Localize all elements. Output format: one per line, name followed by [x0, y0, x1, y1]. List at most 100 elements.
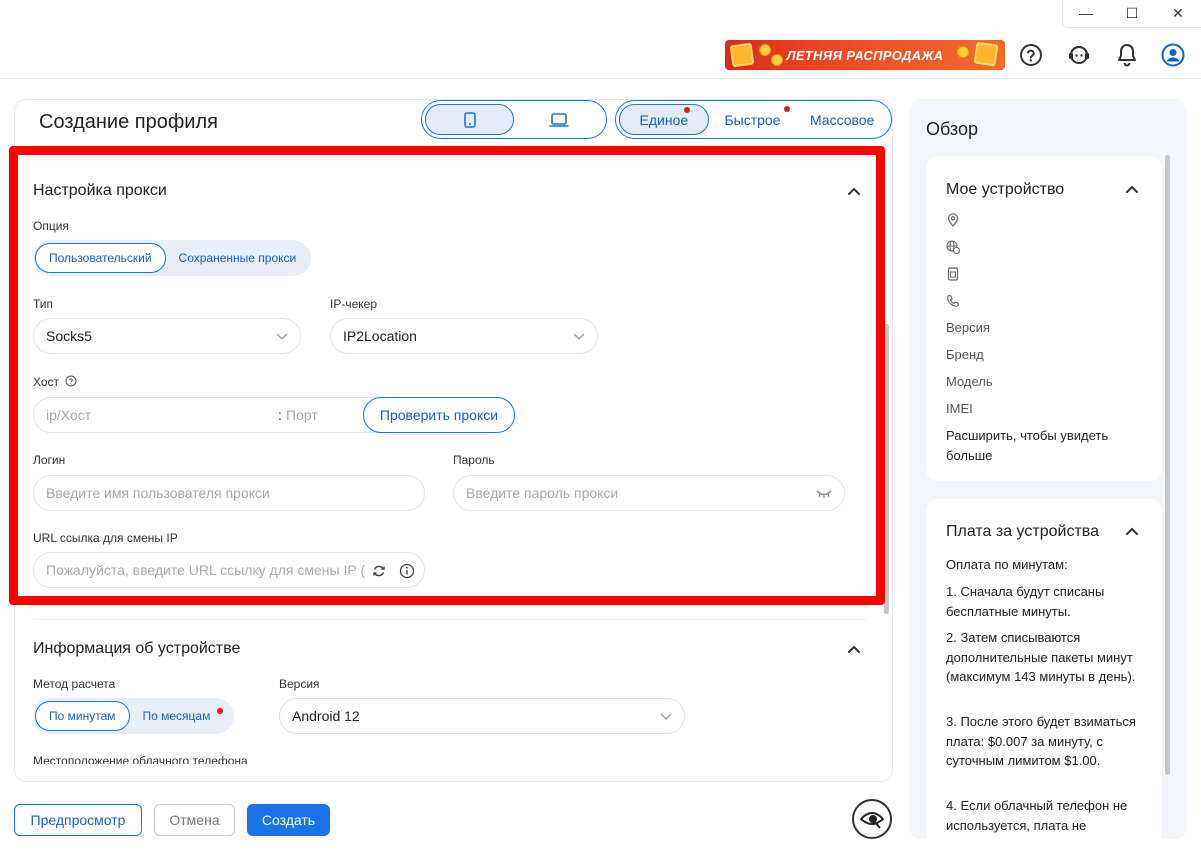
support-agent-icon[interactable] [1065, 41, 1093, 69]
gift-icon [729, 42, 755, 68]
info-icon[interactable] [399, 563, 415, 579]
question-icon[interactable] [65, 375, 77, 387]
my-device-title: Мое устройство [946, 181, 1065, 198]
check-proxy-button[interactable]: Проверить прокси [363, 397, 515, 433]
location-clip: Местоположение облачного телефона [15, 748, 892, 764]
custom-proxy-option[interactable]: Пользовательский [35, 243, 166, 273]
form-scrollbar[interactable] [884, 324, 889, 614]
proxy-type-select[interactable]: Socks5 [33, 318, 301, 354]
version-label: Версия [279, 677, 320, 691]
chevron-up-icon[interactable] [847, 184, 861, 198]
divider [33, 619, 866, 620]
login-label: Логин [33, 453, 66, 467]
help-icon[interactable] [1017, 41, 1045, 69]
password-input[interactable]: Введите пароль прокси [453, 475, 845, 511]
coin-icon [771, 54, 783, 66]
tab-bulk-label: Массовое [809, 111, 875, 128]
login-input[interactable]: Введите имя пользователя прокси [33, 475, 425, 511]
payment-item-3: 3. После этого будет взиматься плата: $0… [946, 714, 1136, 768]
globe-clock-icon [946, 240, 960, 254]
device-model-row: Модель [946, 374, 993, 389]
minimize-button[interactable]: — [1063, 0, 1109, 26]
refresh-icon[interactable] [372, 564, 386, 578]
eye-icon [859, 812, 885, 829]
my-device-card: Мое устройство Версия Бренд Модель IMEI … [926, 156, 1162, 481]
chevron-up-icon[interactable] [847, 642, 861, 656]
badge-dot [217, 708, 224, 714]
proxy-section-title: Настройка прокси [33, 182, 167, 199]
maximize-button[interactable]: ☐ [1109, 0, 1155, 26]
host-label: Хост [33, 375, 60, 389]
login-placeholder: Введите имя пользователя прокси [46, 485, 270, 501]
per-month-option[interactable]: По месяцам [130, 701, 233, 731]
top-bar: ЛЕТНЯЯ РАСПРОДАЖА [0, 30, 1201, 79]
expand-hint[interactable]: Расширить, чтобы увидеть больше [946, 426, 1151, 465]
promo-label: ЛЕТНЯЯ РАСПРОДАЖА [786, 47, 944, 63]
phone-icon [463, 111, 476, 128]
coin-icon [759, 44, 771, 56]
device-type-toggle [421, 100, 607, 139]
device-payment-card: Плата за устройства Оплата по минутам: 1… [926, 499, 1162, 839]
summer-sale-banner[interactable]: ЛЕТНЯЯ РАСПРОДАЖА [725, 40, 1005, 70]
laptop-icon [548, 112, 569, 127]
payment-item-1: 1. Сначала будут списаны бесплатные мину… [946, 584, 1105, 619]
version-select[interactable]: Android 12 [279, 698, 685, 734]
coin-icon [957, 46, 969, 58]
per-minute-option[interactable]: По минутам [35, 701, 130, 731]
change-ip-url-label: URL ссылка для смены IP [33, 531, 178, 545]
device-imei-row: IMEI [946, 401, 973, 416]
gift-icon [973, 41, 999, 67]
page-title: Создание профиля [39, 111, 218, 133]
port-separator: : [278, 407, 282, 423]
device-version-row: Версия [946, 320, 990, 335]
host-input[interactable]: ip/Хост [46, 407, 276, 423]
sim-card-icon [947, 267, 959, 281]
change-ip-url-input[interactable]: Пожалуйста, введите URL ссылку для смены… [33, 552, 425, 588]
overview-scrollbar[interactable] [1165, 155, 1170, 775]
payment-item-2: 2. Затем списываются дополнительные паке… [946, 630, 1136, 684]
tab-single[interactable]: Единое [619, 104, 709, 135]
change-ip-url-placeholder: Пожалуйста, введите URL ссылку для смены… [46, 562, 366, 578]
version-value: Android 12 [292, 708, 360, 724]
option-label: Опция [33, 219, 69, 233]
billing-method-label: Метод расчета [33, 677, 116, 691]
location-pin-icon [947, 213, 959, 227]
profile-form-card: Создание профиля Единое Быстрое Массовое [14, 99, 893, 782]
cancel-button[interactable]: Отмена [154, 804, 235, 836]
device-section-title: Информация об устройстве [33, 640, 241, 657]
proxy-option-toggle: Пользовательский Сохраненные прокси [33, 240, 312, 276]
chevron-down-icon [660, 713, 672, 720]
payment-item-4: 4. Если облачный телефон не используется… [946, 798, 1128, 833]
badge-dot [784, 106, 791, 112]
ip-checker-select[interactable]: IP2Location [330, 318, 598, 354]
phone-device-button[interactable] [425, 104, 515, 135]
eye-logo-button[interactable] [852, 799, 892, 839]
saved-proxy-option[interactable]: Сохраненные прокси [166, 243, 310, 273]
chevron-down-icon [573, 333, 585, 340]
bell-icon[interactable] [1113, 41, 1141, 69]
ip-checker-label: IP-чекер [330, 297, 377, 311]
overview-title: Обзор [926, 119, 978, 139]
desktop-device-button[interactable] [514, 104, 603, 135]
proxy-type-value: Socks5 [46, 328, 92, 344]
overview-panel: Обзор Мое устройство Версия Бренд Модель… [909, 99, 1187, 839]
chevron-up-icon[interactable] [1125, 524, 1139, 538]
close-button[interactable]: ✕ [1155, 0, 1201, 26]
type-label: Тип [33, 297, 54, 311]
password-placeholder: Введите пароль прокси [466, 485, 619, 501]
create-button[interactable]: Создать [247, 804, 330, 836]
chevron-up-icon[interactable] [1125, 182, 1139, 196]
creation-mode-toggle: Единое Быстрое Массовое [615, 100, 892, 139]
tab-bulk[interactable]: Массовое [796, 104, 888, 135]
port-input[interactable]: Порт [286, 407, 318, 423]
tab-quick-label: Быстрое [724, 111, 781, 128]
eye-closed-icon[interactable] [816, 489, 832, 499]
ip-checker-value: IP2Location [343, 328, 417, 344]
billing-method-toggle: По минутам По месяцам [33, 698, 235, 734]
avatar[interactable] [1159, 41, 1187, 69]
tab-quick[interactable]: Быстрое [709, 104, 797, 135]
preview-button[interactable]: Предпросмотр [14, 804, 142, 836]
window-controls: — ☐ ✕ [1062, 0, 1201, 28]
tab-single-label: Единое [639, 111, 689, 128]
chevron-down-icon [276, 333, 288, 340]
